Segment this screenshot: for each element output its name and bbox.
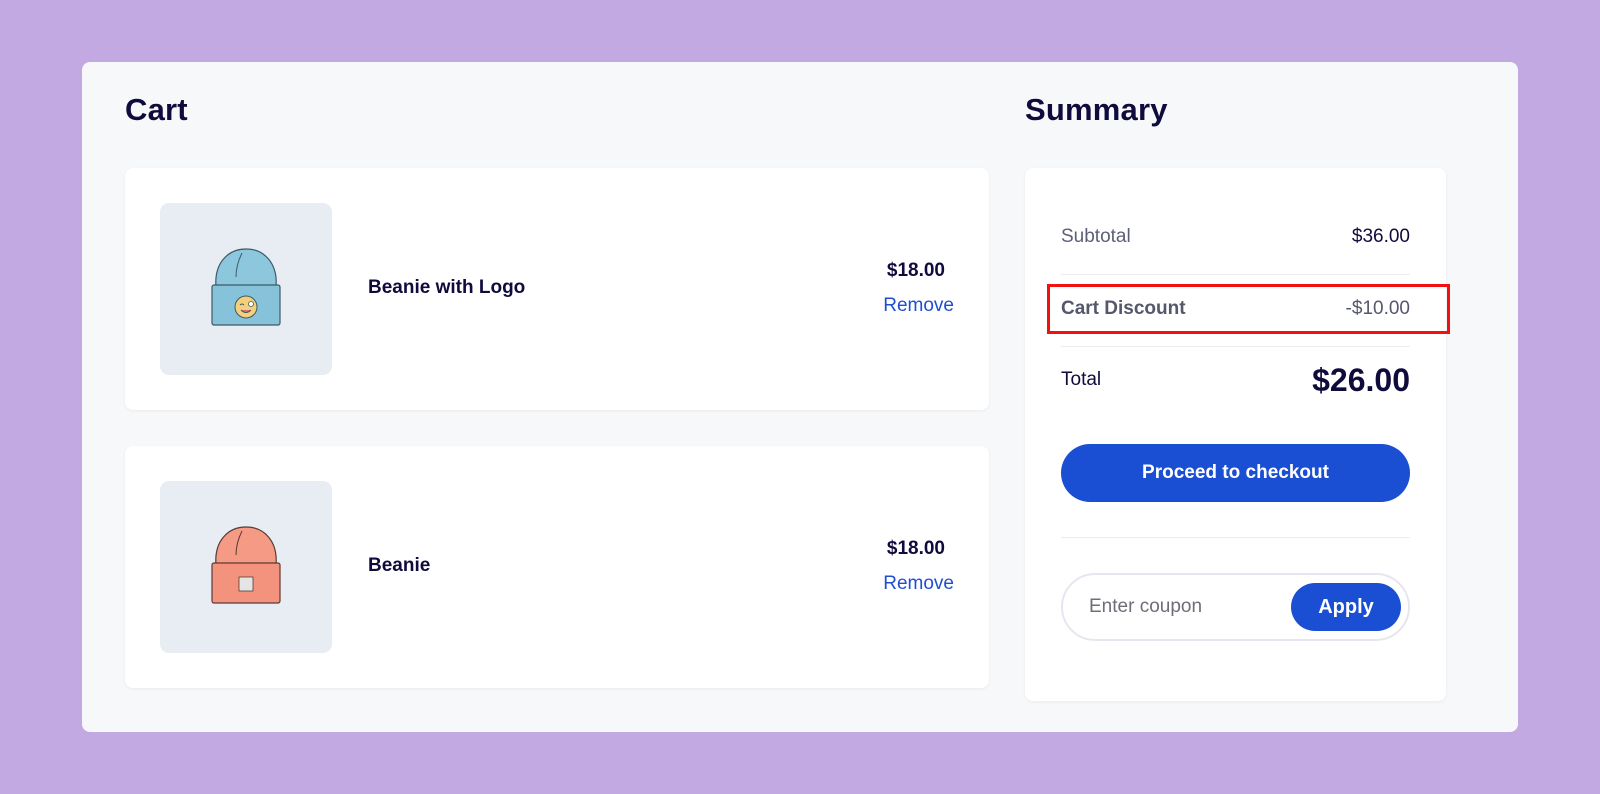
- remove-link[interactable]: Remove: [883, 295, 954, 317]
- item-price: $18.00: [886, 260, 945, 281]
- remove-link[interactable]: Remove: [883, 573, 954, 595]
- cart-page-panel: Cart Beanie with Logo $18.00 Remove Bean…: [82, 62, 1518, 732]
- subtotal-value: $36.00: [1351, 226, 1410, 247]
- cart-discount-label: Cart Discount: [1061, 298, 1186, 319]
- blue-beanie-icon: [211, 248, 281, 326]
- divider: [1061, 274, 1410, 275]
- apply-coupon-button[interactable]: Apply: [1291, 583, 1401, 631]
- cart-discount-value: -$10.00: [1345, 298, 1410, 319]
- item-name[interactable]: Beanie with Logo: [368, 277, 525, 299]
- total-row: Total $26.00: [1061, 358, 1410, 402]
- cart-title: Cart: [125, 92, 188, 127]
- proceed-to-checkout-button[interactable]: Proceed to checkout: [1061, 444, 1410, 502]
- divider: [1061, 537, 1410, 538]
- total-label: Total: [1061, 369, 1102, 390]
- subtotal-label: Subtotal: [1061, 226, 1131, 247]
- item-price: $18.00: [886, 538, 945, 559]
- total-value: $26.00: [1312, 361, 1410, 398]
- summary-title: Summary: [1025, 92, 1168, 127]
- product-image[interactable]: [160, 481, 332, 653]
- cart-item: Beanie with Logo $18.00 Remove: [125, 168, 989, 410]
- coupon-form: Apply: [1061, 573, 1410, 641]
- order-summary-card: Subtotal $36.00 Cart Discount -$10.00 To…: [1025, 168, 1450, 701]
- coupon-input[interactable]: [1089, 589, 1279, 625]
- item-name[interactable]: Beanie: [368, 555, 430, 577]
- subtotal-row: Subtotal $36.00: [1061, 222, 1410, 252]
- cart-discount-row: Cart Discount -$10.00: [1061, 294, 1410, 324]
- cart-item: Beanie $18.00 Remove: [125, 446, 989, 688]
- product-image[interactable]: [160, 203, 332, 375]
- orange-beanie-icon: [211, 526, 281, 604]
- divider: [1061, 346, 1410, 347]
